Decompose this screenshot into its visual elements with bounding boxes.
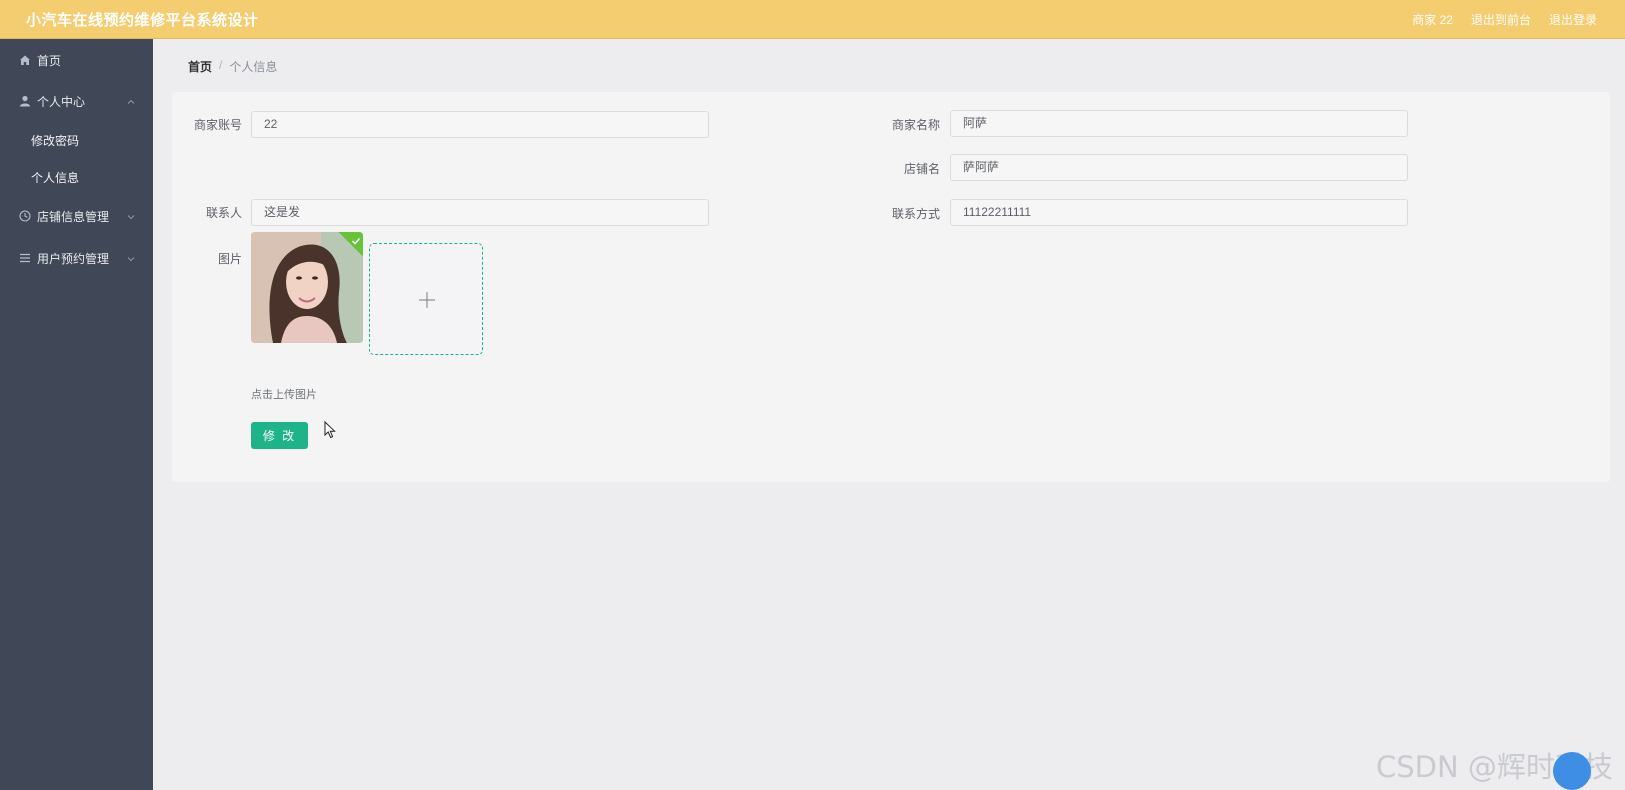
exit-to-front-link[interactable]: 退出到前台 xyxy=(1471,11,1531,28)
sidebar-subitem-change-password[interactable]: 修改密码 xyxy=(0,122,153,158)
sidebar-item-label: 个人中心 xyxy=(37,94,86,109)
breadcrumb: 首页 / 个人信息 xyxy=(188,58,277,75)
header-actions: 商家 22 退出到前台 退出登录 xyxy=(1412,11,1597,28)
plus-icon xyxy=(418,291,436,309)
home-icon xyxy=(18,54,31,67)
mouse-cursor-icon xyxy=(324,420,336,439)
list-icon xyxy=(18,252,31,265)
current-user: 商家 22 xyxy=(1412,13,1453,27)
portrait-image xyxy=(251,232,363,343)
sidebar-item-label: 首页 xyxy=(37,53,62,68)
sidebar: 首页 个人中心 修改密码 个人信息 店铺信息管理 用户预约管理 xyxy=(0,39,153,790)
upload-button[interactable] xyxy=(369,243,483,355)
app-title: 小汽车在线预约维修平台系统设计 xyxy=(26,12,259,29)
clock-icon xyxy=(18,210,31,223)
chevron-down-icon xyxy=(126,211,136,221)
sidebar-subitem-personal-info[interactable]: 个人信息 xyxy=(0,159,153,195)
contact-label: 联系人 xyxy=(205,206,242,220)
sidebar-item-shop-info[interactable]: 店铺信息管理 xyxy=(0,198,153,234)
merchant-name-input[interactable]: 阿萨 xyxy=(950,110,1408,137)
sidebar-subitem-label: 个人信息 xyxy=(31,170,80,185)
shop-name-input[interactable]: 萨阿萨 xyxy=(950,154,1408,181)
chevron-up-icon xyxy=(126,96,136,106)
check-icon xyxy=(351,233,361,245)
account-input[interactable]: 22 xyxy=(251,111,709,138)
floating-assistant-icon[interactable] xyxy=(1553,752,1591,790)
image-label: 图片 xyxy=(217,252,242,266)
sidebar-subitem-label: 修改密码 xyxy=(31,133,80,148)
phone-label: 联系方式 xyxy=(891,207,940,221)
chevron-down-icon xyxy=(126,253,136,263)
upload-hint: 点击上传图片 xyxy=(251,389,317,401)
shop-name-label: 店铺名 xyxy=(903,162,940,176)
breadcrumb-home[interactable]: 首页 xyxy=(188,58,212,75)
sidebar-item-home[interactable]: 首页 xyxy=(0,42,153,78)
user-icon xyxy=(18,95,31,108)
top-header: 小汽车在线预约维修平台系统设计 商家 22 退出到前台 退出登录 xyxy=(0,0,1625,39)
uploaded-photo[interactable] xyxy=(251,232,363,343)
contact-input[interactable]: 这是发 xyxy=(251,199,709,226)
account-label: 商家账号 xyxy=(193,118,242,132)
sidebar-item-personal-center[interactable]: 个人中心 xyxy=(0,83,153,119)
merchant-name-label: 商家名称 xyxy=(891,118,940,132)
sidebar-item-label: 店铺信息管理 xyxy=(37,209,110,224)
breadcrumb-separator: / xyxy=(219,58,223,72)
breadcrumb-current: 个人信息 xyxy=(229,60,278,74)
modify-button[interactable]: 修 改 xyxy=(251,422,308,449)
logout-link[interactable]: 退出登录 xyxy=(1549,11,1597,28)
phone-input[interactable]: 11122211111 xyxy=(950,199,1408,226)
sidebar-item-label: 用户预约管理 xyxy=(37,251,110,266)
sidebar-item-booking[interactable]: 用户预约管理 xyxy=(0,240,153,276)
